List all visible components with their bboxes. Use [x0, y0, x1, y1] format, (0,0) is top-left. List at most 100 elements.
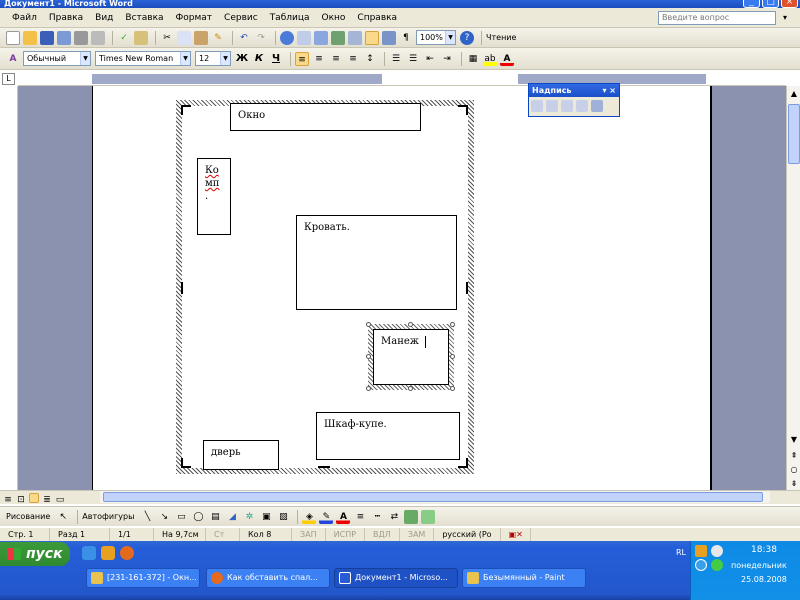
vertical-scrollbar[interactable]: ▲ ▼ ⇞ ○ ⇟ [786, 86, 800, 490]
tray-network-icon[interactable] [711, 545, 723, 557]
horizontal-ruler[interactable] [18, 72, 786, 86]
tray-app-icon[interactable] [695, 545, 707, 557]
menu-help[interactable]: Справка [357, 13, 397, 23]
status-rec[interactable]: ЗАП [292, 527, 326, 542]
help-icon[interactable]: ? [460, 30, 474, 45]
menu-file[interactable]: Файл [12, 13, 37, 23]
tables-borders-icon[interactable] [297, 30, 311, 45]
show-formatting-icon[interactable]: ¶ [399, 31, 413, 45]
menu-table[interactable]: Таблица [270, 13, 310, 23]
language-indicator[interactable]: RL [676, 548, 686, 557]
drawing-toggle-icon[interactable] [365, 30, 379, 45]
bullets-icon[interactable]: ☰ [406, 52, 420, 66]
previous-textbox-icon[interactable] [561, 100, 573, 112]
line-color-icon[interactable]: ✎ [319, 509, 334, 524]
status-extend[interactable]: ВДЛ [365, 527, 400, 542]
taskbar-item-paint[interactable]: Безымянный - Paint [462, 568, 586, 588]
font-color-icon[interactable]: A [500, 51, 514, 66]
draw-font-color-icon[interactable]: A [336, 509, 351, 524]
menu-window[interactable]: Окно [322, 13, 346, 23]
align-center-icon[interactable]: ≡ [312, 52, 326, 66]
numbering-icon[interactable]: ☰ [389, 52, 403, 66]
decrease-indent-icon[interactable]: ⇤ [423, 52, 437, 66]
select-browse-object-icon[interactable]: ○ [788, 464, 800, 476]
zoom-select[interactable]: 100% ▼ [416, 30, 456, 45]
styles-pane-icon[interactable]: A [6, 52, 20, 66]
bold-button[interactable]: Ж [235, 53, 249, 64]
ie-quicklaunch-icon[interactable] [82, 546, 96, 560]
oval-icon[interactable]: ◯ [191, 510, 205, 524]
textbox-door[interactable]: дверь [203, 440, 279, 470]
canvas-mid-handle[interactable] [466, 282, 468, 294]
scroll-down-icon[interactable]: ▼ [788, 434, 800, 446]
reading-layout-button[interactable]: Чтение [486, 33, 516, 42]
font-size-dropdown-icon[interactable]: ▼ [220, 52, 230, 65]
tab-selector-icon[interactable]: L [2, 73, 15, 85]
clipart-icon[interactable]: ▣ [259, 510, 273, 524]
print-icon[interactable] [74, 30, 88, 45]
menu-format[interactable]: Формат [176, 13, 213, 23]
break-link-icon[interactable] [546, 100, 558, 112]
3d-style-icon[interactable] [421, 509, 436, 524]
reading-view-icon[interactable]: ▭ [55, 493, 65, 505]
resize-handle[interactable] [408, 386, 413, 391]
line-icon[interactable]: ╲ [140, 510, 154, 524]
canvas-corner-handle[interactable] [181, 105, 191, 115]
save-icon[interactable] [40, 30, 54, 45]
justify-icon[interactable]: ≡ [346, 52, 360, 66]
menu-edit[interactable]: Правка [49, 13, 83, 23]
print-preview-icon[interactable] [91, 30, 105, 45]
firefox-quicklaunch-icon[interactable] [120, 546, 134, 560]
resize-handle[interactable] [450, 354, 455, 359]
help-dropdown-icon[interactable]: ▾ [778, 11, 792, 25]
canvas-mid-handle[interactable] [181, 282, 183, 294]
textbox-playpen[interactable]: Манеж [373, 329, 449, 385]
canvas-corner-handle[interactable] [181, 458, 191, 468]
style-dropdown-icon[interactable]: ▼ [80, 52, 90, 65]
select-objects-icon[interactable]: ↖ [56, 510, 70, 524]
wordart-icon[interactable]: ◢ [225, 510, 239, 524]
resize-handle[interactable] [366, 354, 371, 359]
permission-icon[interactable] [57, 30, 71, 45]
new-document-icon[interactable] [6, 30, 20, 45]
next-textbox-icon[interactable] [576, 100, 588, 112]
horizontal-scroll-thumb[interactable] [103, 492, 763, 502]
fill-color-icon[interactable]: ◈ [302, 509, 317, 524]
arrow-icon[interactable]: ↘ [157, 510, 171, 524]
spelling-status-icon[interactable]: ▣✕ [501, 527, 531, 542]
textbox-window[interactable]: Окно [230, 103, 421, 131]
align-right-icon[interactable]: ≡ [329, 52, 343, 66]
columns-icon[interactable] [348, 30, 362, 45]
menu-insert[interactable]: Вставка [125, 13, 163, 23]
status-overtype[interactable]: ЗАМ [400, 527, 435, 542]
close-button[interactable]: × [781, 0, 798, 8]
cut-icon[interactable]: ✂ [160, 31, 174, 45]
media-quicklaunch-icon[interactable] [101, 546, 115, 560]
highlight-icon[interactable]: ab [483, 51, 497, 66]
resize-handle[interactable] [450, 386, 455, 391]
italic-button[interactable]: К [252, 53, 266, 64]
status-language[interactable]: русский (Ро [434, 527, 501, 542]
insert-table-icon[interactable] [314, 30, 328, 45]
shadow-style-icon[interactable] [404, 509, 419, 524]
diagram-icon[interactable]: ✲ [242, 510, 256, 524]
open-folder-icon[interactable] [23, 30, 37, 45]
textbox-toolbar-header[interactable]: Надпись ▾ × [529, 84, 619, 97]
zoom-dropdown-icon[interactable]: ▼ [445, 31, 455, 44]
increase-indent-icon[interactable]: ⇥ [440, 52, 454, 66]
style-select[interactable]: Обычный ▼ [23, 51, 91, 66]
hyperlink-icon[interactable] [280, 30, 294, 45]
toolbar-close-icon[interactable]: ▾ × [602, 84, 616, 97]
redo-icon[interactable]: ↷ [254, 31, 268, 45]
menu-tools[interactable]: Сервис [224, 13, 258, 23]
vertical-scroll-thumb[interactable] [788, 104, 800, 164]
web-view-icon[interactable]: ⊡ [16, 493, 26, 505]
research-icon[interactable] [134, 30, 148, 45]
normal-view-icon[interactable]: ≡ [3, 493, 13, 505]
menu-view[interactable]: Вид [95, 13, 113, 23]
paste-icon[interactable] [194, 30, 208, 45]
maximize-button[interactable]: □ [762, 0, 779, 8]
border-icon[interactable]: ▦ [466, 52, 480, 66]
font-dropdown-icon[interactable]: ▼ [180, 52, 190, 65]
print-layout-icon[interactable] [29, 492, 39, 503]
